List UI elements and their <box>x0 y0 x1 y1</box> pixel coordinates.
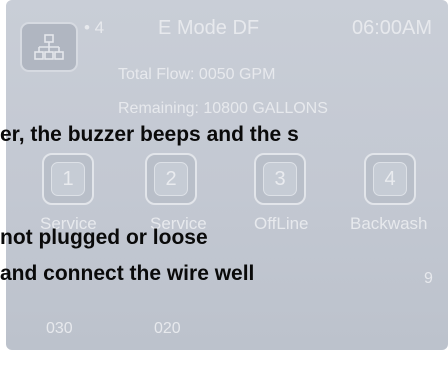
total-flow-readout: Total Flow: 0050 GPM <box>118 66 276 83</box>
valve-2-value: 020 <box>154 320 181 337</box>
overlay-caption-line-2: not plugged or loose <box>0 226 208 249</box>
valve-2-number: 2 <box>154 162 188 196</box>
mode-indicator: E Mode DF <box>158 17 260 39</box>
remaining-readout: Remaining: 10800 GALLONS <box>118 100 328 117</box>
valve-1-number: 1 <box>51 162 85 196</box>
network-tree-icon <box>34 34 64 60</box>
overlay-caption-line-1: er, the buzzer beeps and the s <box>0 123 299 146</box>
valve-1-value: 030 <box>46 320 73 337</box>
overlay-caption-line-3: and connect the wire well <box>0 262 255 285</box>
valve-4-value: 9 <box>424 270 433 287</box>
valve-2-button[interactable]: 2 <box>145 153 197 205</box>
valve-3-status: OffLine <box>254 214 309 233</box>
valve-3-number: 3 <box>263 162 297 196</box>
valve-1-button[interactable]: 1 <box>42 153 94 205</box>
clock-time: 06:00AM <box>352 17 433 39</box>
unit-count: • 4 <box>84 18 105 37</box>
network-tree-button[interactable] <box>20 22 78 72</box>
valve-4-status: Backwash <box>350 214 428 233</box>
valve-4-button[interactable]: 4 <box>364 153 416 205</box>
valve-4-number: 4 <box>373 162 407 196</box>
valve-3-button[interactable]: 3 <box>254 153 306 205</box>
